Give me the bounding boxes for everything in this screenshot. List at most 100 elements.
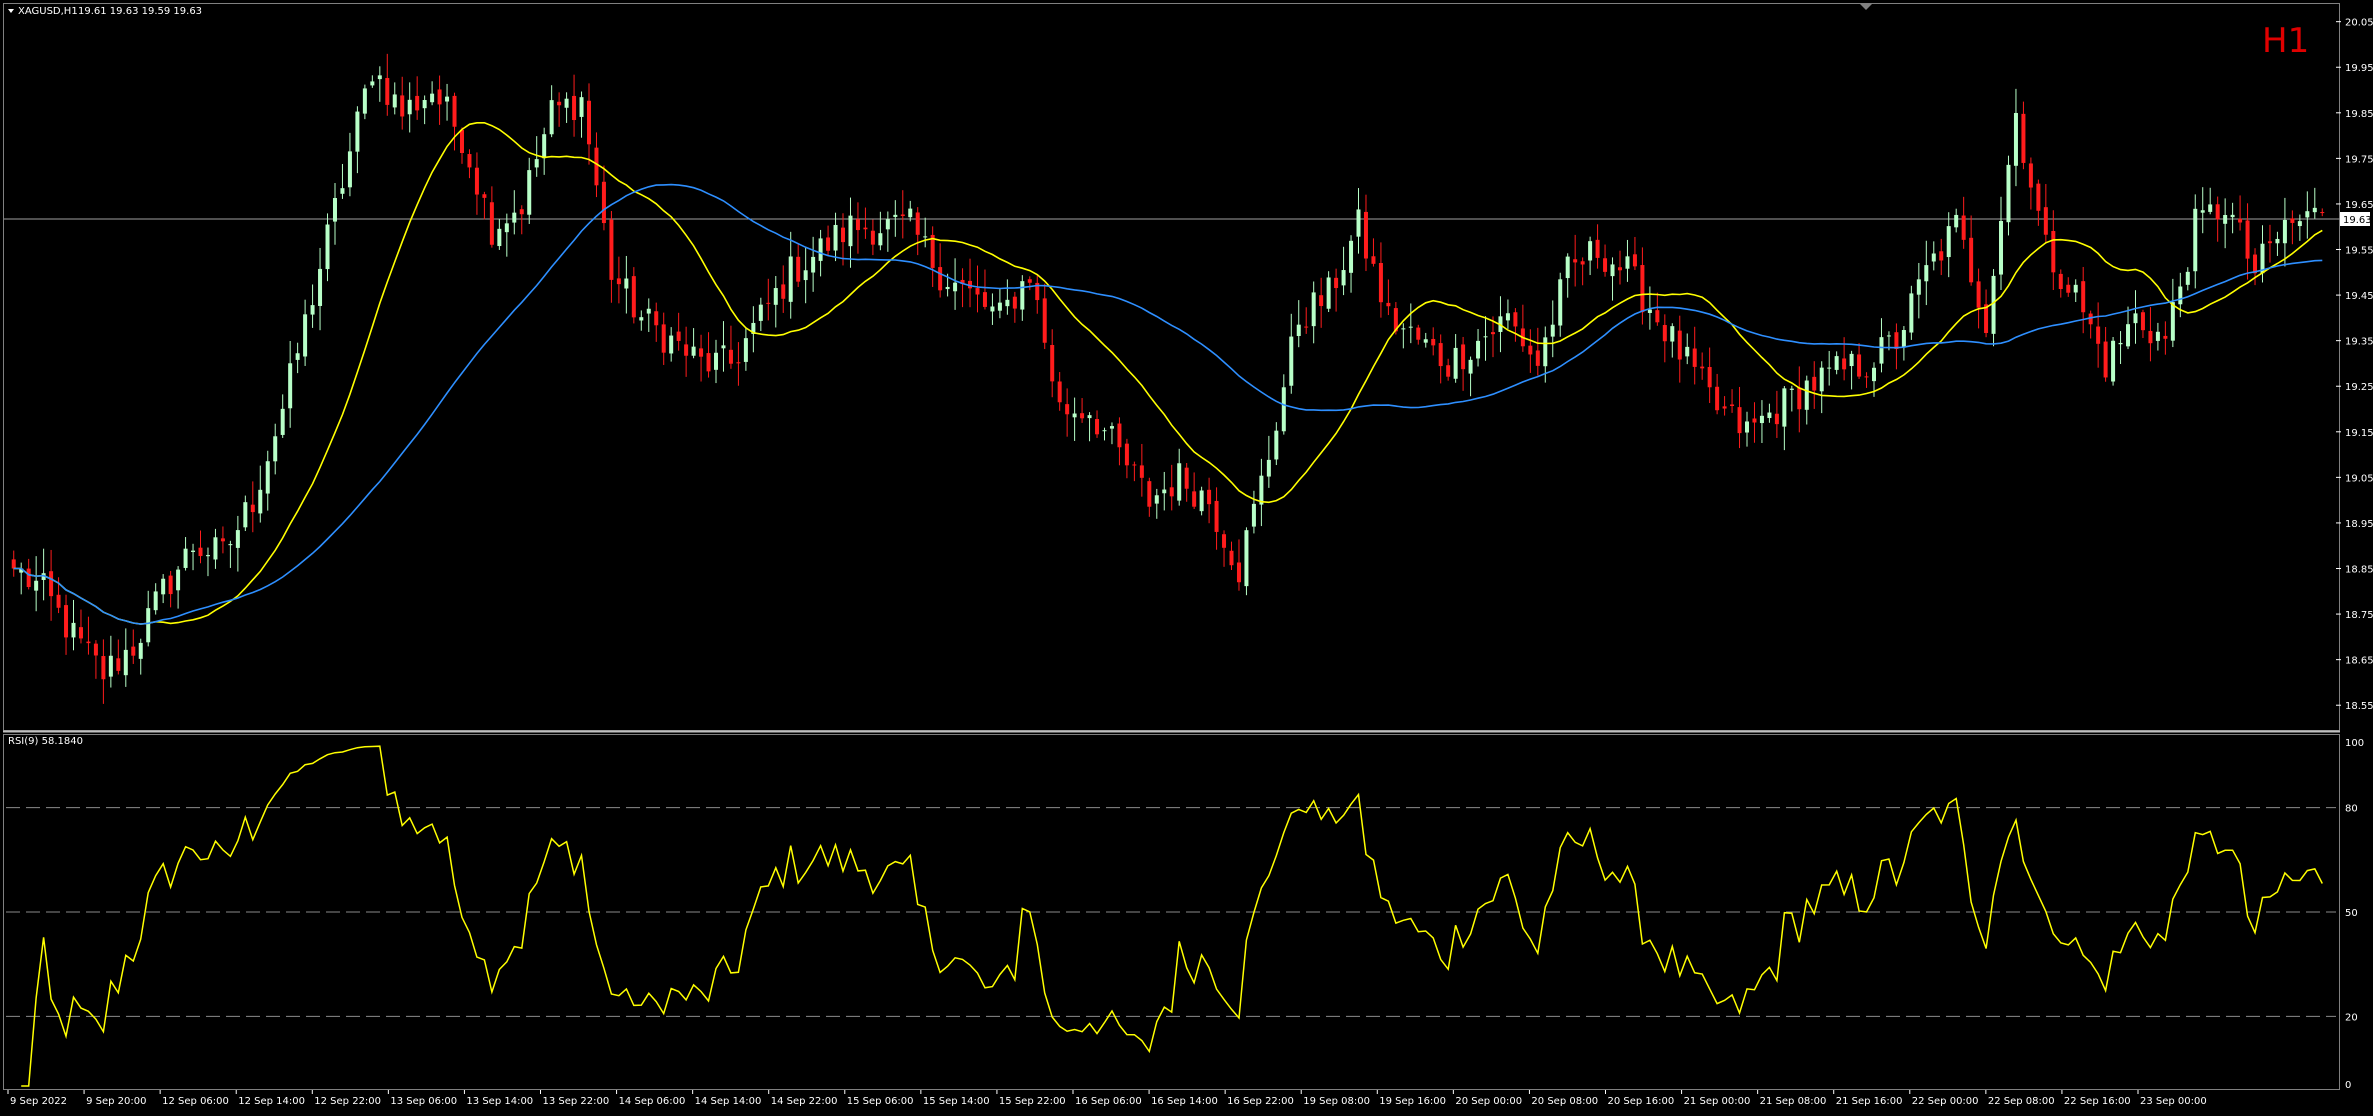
candle-body-106: [803, 270, 808, 281]
candle-body-146: [1102, 430, 1107, 432]
candle-body-203: [1528, 345, 1533, 355]
candle-body-74: [564, 98, 569, 108]
candle-body-57: [437, 89, 442, 105]
candle-body-113: [855, 219, 860, 231]
candle-body-22: [176, 569, 181, 591]
candle-body-44: [340, 188, 345, 194]
chart-background: [0, 0, 2373, 1116]
current-price-tag-label: 19.63: [2343, 215, 2372, 226]
candle-body-104: [788, 256, 793, 302]
candle-body-77: [587, 100, 591, 145]
candle-body-156: [1177, 463, 1182, 501]
candle-body-234: [1759, 415, 1764, 424]
candle-body-11: [93, 643, 98, 656]
time-tick-label-22: 21 Sep 00:00: [1684, 1096, 1751, 1107]
candle-body-296: [2223, 215, 2228, 224]
candle-body-184: [1386, 302, 1391, 307]
candle-body-67: [512, 212, 517, 223]
candle-body-24: [191, 550, 196, 552]
candle-body-186: [1401, 328, 1406, 330]
candle-body-63: [482, 194, 487, 198]
candle-body-235: [1767, 412, 1772, 419]
candle-body-263: [1976, 281, 1981, 308]
candle-body-225: [1692, 348, 1697, 367]
price-tick-label-9: 19.15: [2345, 428, 2373, 439]
candle-body-275: [2066, 284, 2071, 293]
candle-body-32: [250, 504, 255, 513]
candle-body-3: [34, 580, 39, 591]
candle-body-109: [826, 237, 831, 251]
candle-body-248: [1864, 376, 1869, 378]
candle-body-267: [2006, 164, 2011, 223]
candle-body-80: [609, 219, 614, 280]
candle-body-134: [1012, 296, 1017, 309]
candle-body-198: [1490, 332, 1495, 335]
candle-body-215: [1617, 267, 1622, 271]
candle-body-181: [1363, 211, 1368, 259]
price-tick-label-15: 18.55: [2345, 701, 2373, 712]
candle-body-136: [1027, 279, 1032, 283]
candle-body-269: [2021, 113, 2026, 163]
time-tick-label-17: 19 Sep 08:00: [1303, 1096, 1370, 1107]
ohlc-values: 19.61 19.63 19.59 19.63: [78, 6, 202, 17]
candle-body-70: [534, 159, 539, 168]
candle-body-195: [1468, 359, 1473, 374]
candle-body-86: [654, 311, 659, 326]
candle-body-37: [288, 363, 293, 409]
price-tick-label-6: 19.45: [2345, 291, 2373, 302]
time-tick-label-14: 16 Sep 06:00: [1075, 1096, 1142, 1107]
candle-body-303: [2275, 238, 2280, 244]
candle-body-108: [818, 238, 823, 261]
candle-body-200: [1505, 313, 1510, 321]
candle-body-169: [1274, 430, 1279, 460]
candle-body-98: [743, 338, 748, 362]
candle-body-266: [1999, 220, 2004, 275]
candle-body-273: [2051, 230, 2056, 273]
candle-body-247: [1857, 354, 1862, 377]
price-tick-label-2: 19.85: [2345, 109, 2373, 120]
candle-body-138: [1042, 298, 1047, 343]
candle-body-9: [78, 627, 83, 639]
candle-body-101: [766, 302, 771, 304]
trading-chart[interactable]: 20.05 19.95 19.85 19.75 19.65 19.55 19.45 19.35…: [0, 0, 2373, 1116]
candle-body-123: [930, 234, 935, 268]
time-tick-label-27: 22 Sep 16:00: [2064, 1096, 2131, 1107]
candle-body-178: [1341, 270, 1346, 286]
candle-body-51: [392, 94, 397, 108]
candle-body-148: [1117, 423, 1122, 448]
candle-body-284: [2133, 313, 2138, 324]
time-tick-label-6: 13 Sep 14:00: [466, 1096, 533, 1107]
candle-body-174: [1311, 292, 1316, 327]
candle-body-292: [2193, 208, 2198, 272]
candle-body-141: [1065, 404, 1070, 415]
candle-body-221: [1662, 325, 1667, 342]
candle-body-308: [2312, 207, 2317, 213]
time-tick-label-24: 21 Sep 16:00: [1836, 1096, 1903, 1107]
candle-body-238: [1789, 388, 1794, 390]
candle-body-160: [1207, 489, 1212, 505]
candle-body-244: [1834, 356, 1839, 370]
candle-body-196: [1476, 340, 1481, 359]
time-tick-label-16: 16 Sep 22:00: [1227, 1096, 1294, 1107]
candle-body-279: [2096, 326, 2101, 344]
time-tick-label-23: 21 Sep 08:00: [1760, 1096, 1827, 1107]
candle-body-110: [833, 224, 838, 251]
candle-body-102: [773, 288, 778, 305]
candle-body-82: [624, 278, 629, 289]
candle-body-89: [676, 331, 681, 341]
time-tick-label-9: 14 Sep 14:00: [695, 1096, 762, 1107]
candle-body-125: [945, 286, 950, 290]
candle-body-39: [303, 314, 308, 357]
candle-body-116: [878, 233, 883, 246]
candle-body-95: [721, 345, 726, 349]
candle-body-62: [474, 167, 479, 195]
candle-body-152: [1147, 481, 1152, 507]
candle-body-153: [1154, 495, 1159, 504]
candle-body-217: [1632, 254, 1637, 267]
candle-body-97: [736, 362, 741, 364]
candle-body-119: [900, 214, 905, 217]
candle-body-41: [318, 268, 323, 306]
time-tick-label-0: 9 Sep 2022: [10, 1096, 67, 1107]
candle-body-205: [1543, 337, 1548, 367]
time-tick-label-25: 22 Sep 00:00: [1912, 1096, 1979, 1107]
